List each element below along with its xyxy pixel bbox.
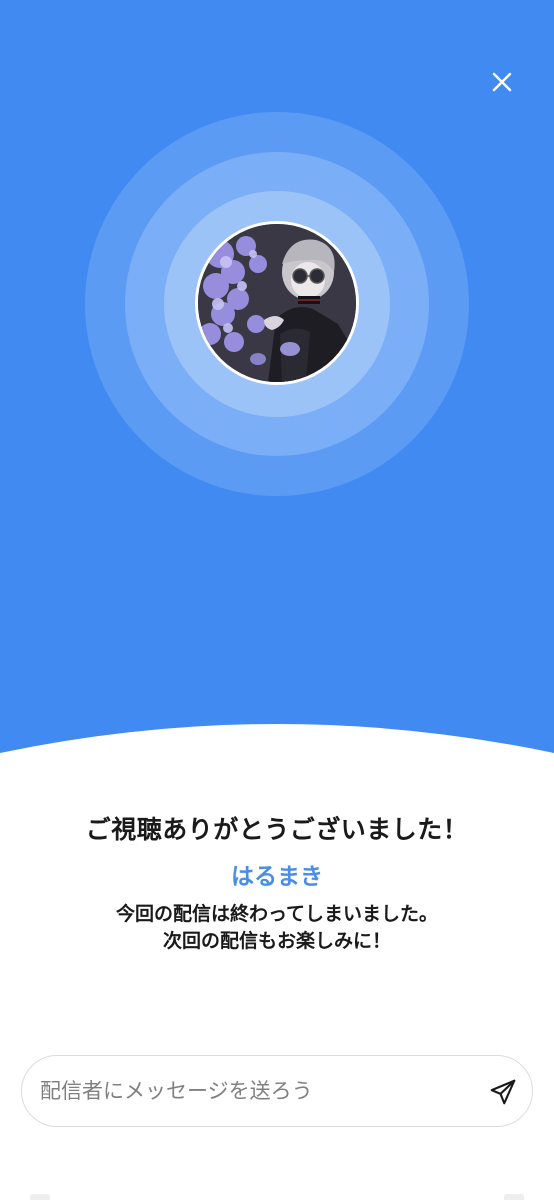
message-box <box>21 1055 533 1127</box>
stream-ended-screen: ご視聴ありがとうございました！ はるまき 今回の配信は終わってしまいました。 次… <box>0 0 554 1200</box>
streamer-avatar <box>195 221 359 385</box>
message-input[interactable] <box>40 1056 460 1126</box>
streamer-name[interactable]: はるまき <box>0 857 554 891</box>
hero-background <box>0 0 554 780</box>
stream-ended-line2: 次回の配信もお楽しみに！ <box>162 930 391 952</box>
close-button[interactable] <box>490 70 514 94</box>
send-button[interactable] <box>488 1077 518 1107</box>
send-icon <box>490 1079 516 1105</box>
close-icon <box>492 72 512 92</box>
stream-ended-message: 今回の配信は終わってしまいました。 次回の配信もお楽しみに！ <box>0 901 554 955</box>
thanks-title: ご視聴ありがとうございました！ <box>85 815 469 844</box>
bottom-edge-right <box>504 1194 524 1200</box>
stream-ended-line1: 今回の配信は終わってしまいました。 <box>115 903 439 925</box>
bottom-edge-left <box>30 1194 50 1200</box>
hero-curve <box>0 724 554 785</box>
